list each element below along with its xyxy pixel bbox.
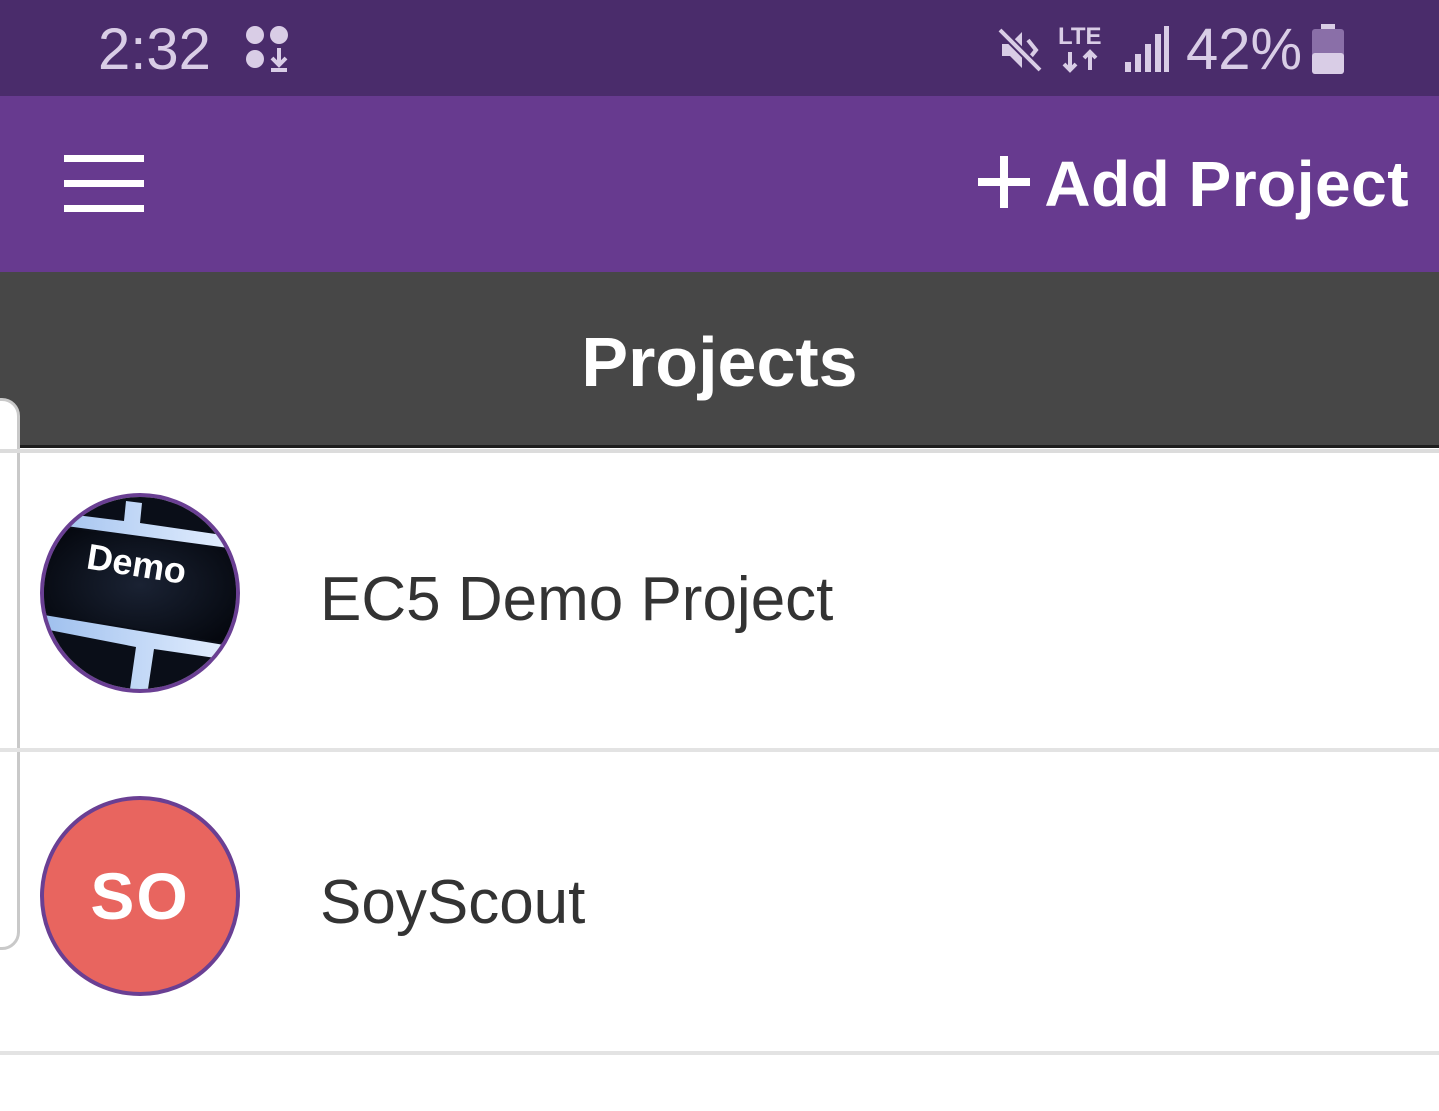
project-name: EC5 Demo Project: [320, 565, 834, 634]
list-divider: [0, 1051, 1439, 1055]
notification-icon: [243, 24, 293, 79]
status-time: 2:32: [98, 17, 211, 82]
project-avatar-demo-image: Demo: [40, 493, 240, 693]
project-row-soyscout[interactable]: SO SoyScout: [0, 752, 1439, 1055]
plus-icon: [976, 154, 1032, 215]
lte-icon: LTE: [1056, 22, 1108, 79]
project-row-ec5-demo[interactable]: Demo EC5 Demo Project: [0, 449, 1439, 752]
add-project-label: Add Project: [1044, 148, 1409, 220]
page-title-bar: Projects: [0, 272, 1439, 448]
page-title: Projects: [581, 323, 858, 401]
battery-percent: 42%: [1186, 17, 1303, 82]
avatar-initials: SO: [90, 859, 190, 933]
battery-icon: [1310, 24, 1346, 81]
svg-text:LTE: LTE: [1058, 23, 1102, 50]
project-name: SoyScout: [320, 868, 586, 937]
app-bar: Add Project: [0, 96, 1439, 272]
signal-icon: [1124, 26, 1170, 79]
mute-icon: [996, 26, 1044, 79]
status-bar: 2:32 LTE 42%: [0, 0, 1439, 96]
project-avatar-initials: SO: [40, 796, 240, 996]
hamburger-menu-icon[interactable]: [50, 141, 160, 227]
add-project-button[interactable]: Add Project: [976, 146, 1409, 222]
